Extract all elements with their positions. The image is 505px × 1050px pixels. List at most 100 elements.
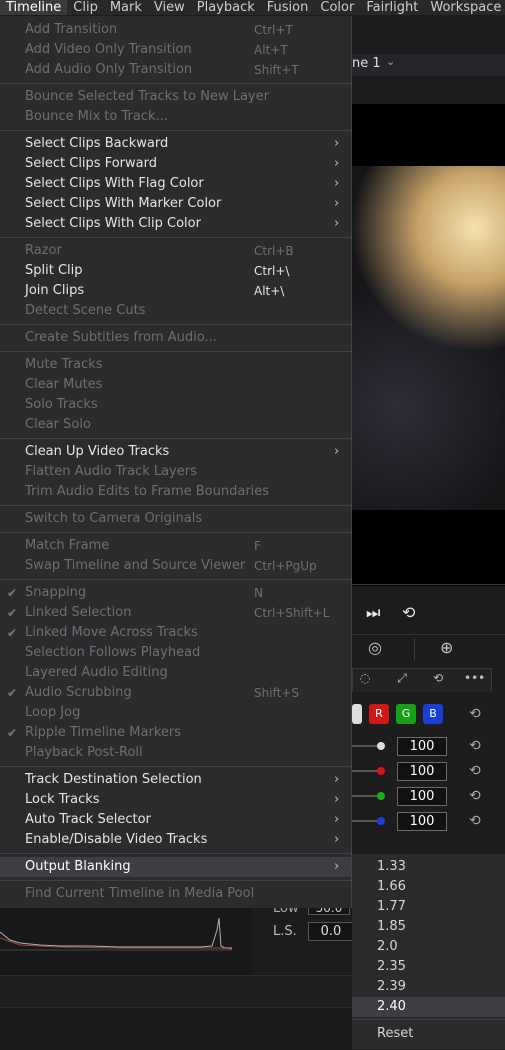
menu-item-select-clips-with-flag-color[interactable]: Select Clips With Flag Color ›	[0, 174, 351, 194]
menu-item-find-current-timeline-in-media-pool[interactable]: Find Current Timeline in Media Pool	[0, 884, 351, 904]
tool-divider	[414, 638, 415, 660]
expand-icon[interactable]: ⤢	[392, 671, 412, 689]
white-button[interactable]	[352, 704, 362, 724]
menubar-fairlight[interactable]: Fairlight	[360, 0, 424, 15]
ratio-item-2-0[interactable]: 2.0	[352, 937, 505, 957]
menu-item-create-subtitles-from-audio[interactable]: Create Subtitles from Audio...	[0, 328, 351, 348]
menu-item-switch-to-camera-originals[interactable]: Switch to Camera Originals	[0, 509, 351, 529]
history-icon[interactable]: ⟲	[428, 671, 448, 689]
menu-item-shortcut: Ctrl+T	[254, 23, 293, 37]
menu-item-output-blanking[interactable]: Output Blanking ›	[0, 857, 351, 877]
menu-item-clear-solo[interactable]: Clear Solo	[0, 415, 351, 435]
slider-knob[interactable]	[377, 767, 385, 775]
menu-item-label: Create Subtitles from Audio...	[25, 330, 217, 345]
ratio-item-label: 1.66	[377, 879, 406, 894]
menu-item-match-frame[interactable]: Match Frame F	[0, 536, 351, 556]
menu-item-select-clips-forward[interactable]: Select Clips Forward ›	[0, 154, 351, 174]
menu-item-add-audio-only-transition[interactable]: Add Audio Only Transition Shift+T	[0, 60, 351, 80]
menu-item-snapping[interactable]: ✔ Snapping N	[0, 583, 351, 603]
menu-item-detect-scene-cuts[interactable]: Detect Scene Cuts	[0, 301, 351, 321]
menu-item-selection-follows-playhead[interactable]: Selection Follows Playhead	[0, 643, 351, 663]
menu-item-enable-disable-video-tracks[interactable]: Enable/Disable Video Tracks ›	[0, 830, 351, 850]
menu-item-label: Flatten Audio Track Layers	[25, 464, 197, 479]
value-field[interactable]: 100	[397, 737, 447, 756]
timeline-name[interactable]: ne 1	[352, 56, 381, 71]
menu-item-linked-selection[interactable]: ✔ Linked Selection Ctrl+Shift+L	[0, 603, 351, 623]
menu-item-select-clips-backward[interactable]: Select Clips Backward ›	[0, 134, 351, 154]
menu-item-playback-post-roll[interactable]: Playback Post-Roll	[0, 743, 351, 763]
reset-icon[interactable]: ⟲	[469, 813, 481, 829]
menu-item-clean-up-video-tracks[interactable]: Clean Up Video Tracks ›	[0, 442, 351, 462]
menu-item-shortcut: Alt+\	[254, 284, 285, 298]
menu-item-bounce-selected-tracks-to-new-layer[interactable]: Bounce Selected Tracks to New Layer	[0, 87, 351, 107]
menu-item-label: Detect Scene Cuts	[25, 303, 146, 318]
ls-value-field[interactable]: 0.0	[308, 922, 354, 941]
more-options-icon[interactable]: •••	[464, 671, 485, 689]
menu-item-linked-move-across-tracks[interactable]: ✔ Linked Move Across Tracks	[0, 623, 351, 643]
slider-knob[interactable]	[377, 742, 385, 750]
slider-knob[interactable]	[377, 792, 385, 800]
blue-button[interactable]: B	[423, 704, 443, 724]
menu-item-add-video-only-transition[interactable]: Add Video Only Transition Alt+T	[0, 40, 351, 60]
ratio-item-2-39[interactable]: 2.39	[352, 977, 505, 997]
menu-item-add-transition[interactable]: Add Transition Ctrl+T	[0, 20, 351, 40]
menubar-timeline[interactable]: Timeline	[0, 0, 68, 15]
menu-item-label: Snapping	[25, 585, 87, 600]
menu-item-split-clip[interactable]: Split Clip Ctrl+\	[0, 261, 351, 281]
menubar-clip[interactable]: Clip	[67, 0, 104, 15]
reset-item[interactable]: Reset	[352, 1024, 505, 1044]
reset-icon[interactable]: ⟲	[469, 706, 481, 722]
menu-item-layered-audio-editing[interactable]: Layered Audio Editing	[0, 663, 351, 683]
value-field[interactable]: 100	[397, 812, 447, 831]
menu-item-razor[interactable]: Razor Ctrl+B	[0, 241, 351, 261]
menu-item-ripple-timeline-markers[interactable]: ✔ Ripple Timeline Markers	[0, 723, 351, 743]
menu-item-trim-audio-edits-to-frame-boundaries[interactable]: Trim Audio Edits to Frame Boundaries	[0, 482, 351, 502]
menubar-workspace[interactable]: Workspace	[424, 0, 505, 15]
menu-item-select-clips-with-clip-color[interactable]: Select Clips With Clip Color ›	[0, 214, 351, 234]
ratio-item-2-35[interactable]: 2.35	[352, 957, 505, 977]
tracker-icon[interactable]: ⊕	[440, 638, 453, 657]
menu-item-lock-tracks[interactable]: Lock Tracks ›	[0, 790, 351, 810]
reset-icon[interactable]: ⟲	[469, 788, 481, 804]
ratio-item-1-77[interactable]: 1.77	[352, 897, 505, 917]
menu-item-select-clips-with-marker-color[interactable]: Select Clips With Marker Color ›	[0, 194, 351, 214]
ratio-item-1-85[interactable]: 1.85	[352, 917, 505, 937]
menu-item-flatten-audio-track-layers[interactable]: Flatten Audio Track Layers	[0, 462, 351, 482]
ratio-item-2-40[interactable]: 2.40	[352, 997, 505, 1017]
menu-item-loop-jog[interactable]: Loop Jog	[0, 703, 351, 723]
menu-item-mute-tracks[interactable]: Mute Tracks	[0, 355, 351, 375]
menubar-color[interactable]: Color	[314, 0, 360, 15]
blur-icon[interactable]: ◌	[355, 671, 375, 689]
ratio-item-1-66[interactable]: 1.66	[352, 877, 505, 897]
reset-icon[interactable]: ⟲	[469, 738, 481, 754]
value-field[interactable]: 100	[397, 762, 447, 781]
menubar-mark[interactable]: Mark	[104, 0, 148, 15]
menu-item-solo-tracks[interactable]: Solo Tracks	[0, 395, 351, 415]
menu-item-bounce-mix-to-track[interactable]: Bounce Mix to Track...	[0, 107, 351, 127]
green-button[interactable]: G	[396, 704, 416, 724]
menu-item-label: Trim Audio Edits to Frame Boundaries	[25, 484, 270, 499]
loop-icon[interactable]: ⟲	[402, 603, 415, 622]
reset-label: Reset	[377, 1026, 414, 1041]
menu-item-auto-track-selector[interactable]: Auto Track Selector ›	[0, 810, 351, 830]
menu-item-label: Select Clips Forward	[25, 156, 157, 171]
menu-item-swap-timeline-and-source-viewer[interactable]: Swap Timeline and Source Viewer Ctrl+PgUp	[0, 556, 351, 576]
menubar-playback[interactable]: Playback	[191, 0, 261, 15]
ratio-item-1-33[interactable]: 1.33	[352, 857, 505, 877]
slider-knob[interactable]	[377, 817, 385, 825]
chevron-right-icon: ›	[334, 156, 340, 171]
chevron-right-icon: ›	[334, 772, 340, 787]
red-button[interactable]: R	[369, 704, 389, 724]
menu-item-audio-scrubbing[interactable]: ✔ Audio Scrubbing Shift+S	[0, 683, 351, 703]
menu-item-track-destination-selection[interactable]: Track Destination Selection ›	[0, 770, 351, 790]
menu-item-join-clips[interactable]: Join Clips Alt+\	[0, 281, 351, 301]
window-shape-icon[interactable]: ◎	[368, 638, 382, 657]
menubar-fusion[interactable]: Fusion	[261, 0, 315, 15]
value-field[interactable]: 100	[397, 787, 447, 806]
skip-forward-icon[interactable]: ⏭	[366, 603, 380, 623]
reset-icon[interactable]: ⟲	[469, 763, 481, 779]
chevron-down-icon[interactable]: ⌄	[386, 55, 395, 68]
menubar-view[interactable]: View	[148, 0, 191, 15]
menu-item-clear-mutes[interactable]: Clear Mutes	[0, 375, 351, 395]
menu-item-label: Select Clips Backward	[25, 136, 169, 151]
